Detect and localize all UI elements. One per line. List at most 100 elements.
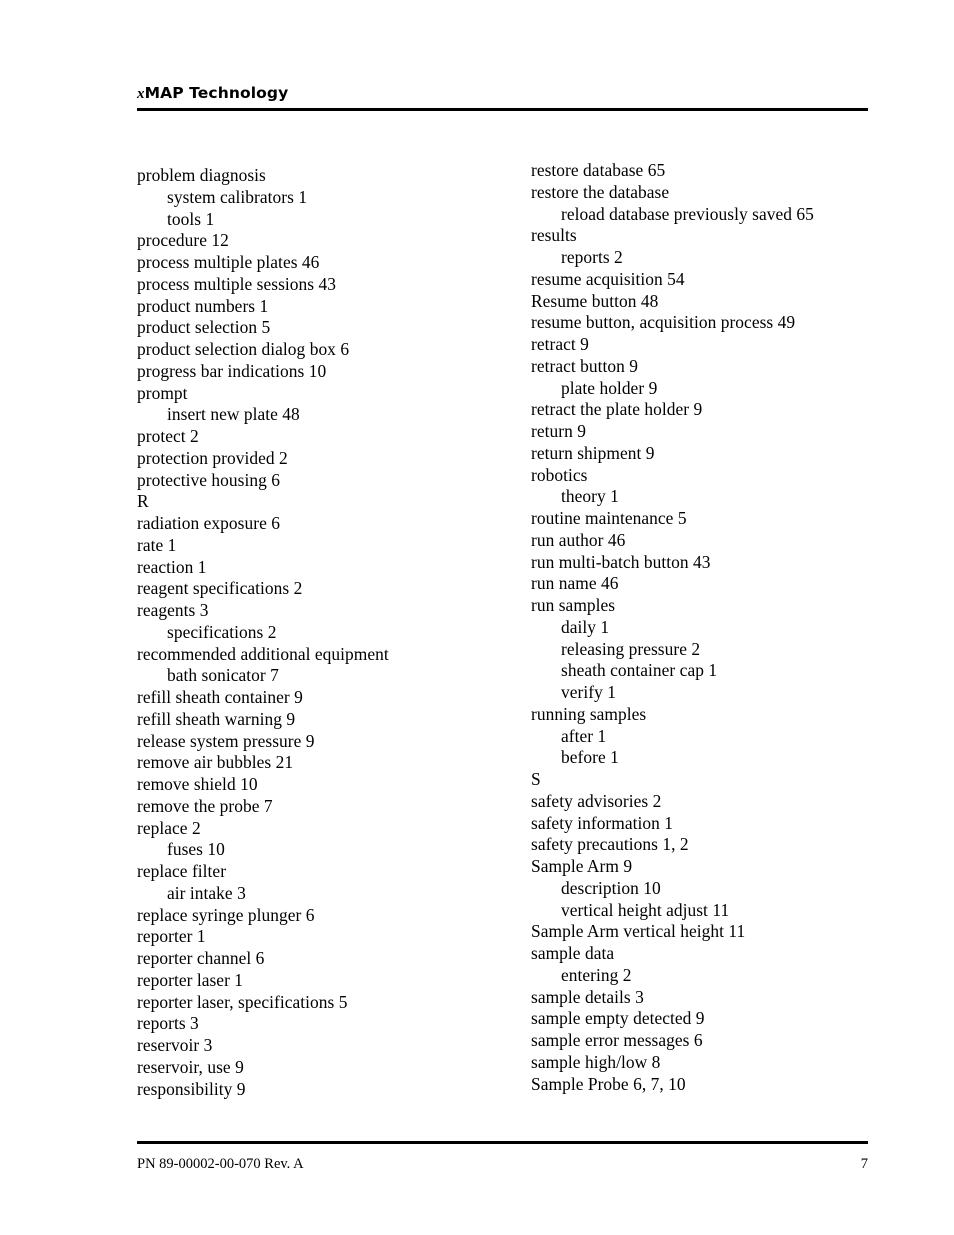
part-number: PN 89-00002-00-070 Rev. A — [137, 1156, 304, 1172]
index-entry: tools 1 — [167, 208, 215, 229]
index-entry: product selection 5 — [137, 317, 271, 338]
index-entry: protection provided 2 — [137, 447, 288, 468]
index-entry: routine maintenance 5 — [531, 508, 687, 528]
document-page: xMAP Technology problem diagnosis system … — [0, 0, 954, 1235]
index-entry: reservoir 3 — [137, 1035, 213, 1055]
index-entry: reporter 1 — [137, 926, 206, 947]
page-header: xMAP Technology — [137, 84, 868, 111]
index-entry: restore database 65 — [531, 160, 666, 180]
index-entry: sample details 3 — [531, 986, 644, 1007]
page-footer: PN 89-00002-00-070 Rev. A 7 — [137, 1141, 868, 1173]
index-entry: Sample Probe 6, 7, 10 — [531, 1073, 686, 1094]
index-entry: radiation exposure 6 — [137, 513, 280, 533]
index-entry: protective housing 6 — [137, 469, 280, 490]
index-entry: product numbers 1 — [137, 295, 269, 316]
index-entry: problem diagnosis — [137, 165, 266, 185]
index-entry: protect 2 — [137, 426, 199, 446]
index-entry: results — [531, 225, 577, 246]
index-entry: resume acquisition 54 — [531, 268, 685, 289]
index-entry: reports 2 — [561, 247, 623, 267]
index-entry: product selection dialog box 6 — [137, 339, 350, 359]
index-entry: description 10 — [561, 877, 661, 898]
index-entry: reservoir, use 9 — [137, 1056, 244, 1077]
footer-rule — [137, 1141, 868, 1144]
index-entry: insert new plate 48 — [167, 404, 300, 425]
running-head-lead-letter: x — [137, 86, 145, 102]
index-entry: safety advisories 2 — [531, 790, 662, 811]
index-entry: remove the probe 7 — [137, 795, 273, 816]
index-entry: refill sheath container 9 — [137, 687, 303, 707]
index-entry: run multi-batch button 43 — [531, 551, 711, 572]
index-entry: release system pressure 9 — [137, 730, 315, 751]
index-entry: replace 2 — [137, 817, 201, 838]
index-entry: reporter channel 6 — [137, 948, 265, 968]
index-entry: run author 46 — [531, 529, 626, 550]
index-entry: restore the database — [531, 181, 670, 202]
index-entry: specifications 2 — [167, 621, 277, 642]
index-entry: air intake 3 — [167, 882, 246, 903]
index-entry: after 1 — [561, 725, 607, 746]
index-entry: resume button, acquisition process 49 — [531, 312, 796, 333]
index-entry: sample high/low 8 — [531, 1051, 661, 1072]
index-entry: bath sonicator 7 — [167, 665, 279, 686]
index-entry: releasing pressure 2 — [561, 638, 701, 659]
footer-row: PN 89-00002-00-070 Rev. A 7 — [137, 1155, 868, 1173]
index-body: problem diagnosis system calibrators 1 too… — [137, 160, 868, 1105]
index-entry: Sample Arm vertical height 11 — [531, 921, 746, 942]
index-entry: sheath container cap 1 — [561, 660, 718, 681]
index-entry: retract 9 — [531, 334, 589, 354]
index-entry: daily 1 — [561, 616, 610, 637]
page-number: 7 — [860, 1156, 868, 1172]
index-entry: Sample Arm 9 — [531, 856, 633, 876]
index-entry: plate holder 9 — [561, 377, 658, 398]
index-entry: vertical height adjust 11 — [561, 899, 730, 920]
index-entry: retract the plate holder 9 — [531, 399, 703, 420]
index-entry: safety precautions 1, 2 — [531, 834, 689, 855]
index-entry: return 9 — [531, 421, 586, 441]
index-entry: replace filter — [137, 861, 227, 881]
header-rule — [137, 108, 868, 111]
index-entry: running samples — [531, 703, 647, 724]
index-entry: recommended additional equipment — [137, 643, 389, 664]
index-entry: Resume button 48 — [531, 290, 659, 311]
index-letter-heading: S — [531, 769, 541, 789]
index-entry: run samples — [531, 595, 616, 615]
index-entry: before 1 — [561, 747, 619, 768]
index-entry: robotics — [531, 464, 588, 485]
index-entry: run name 46 — [531, 573, 619, 594]
index-entry: return shipment 9 — [531, 442, 655, 463]
index-entry: remove shield 10 — [137, 774, 258, 794]
index-entry: theory 1 — [561, 486, 619, 507]
index-entry: process multiple sessions 43 — [137, 273, 336, 294]
running-head-title: xMAP Technology — [137, 84, 868, 104]
index-entry: retract button 9 — [531, 355, 639, 376]
index-entry: prompt — [137, 382, 188, 403]
index-entry: sample error messages 6 — [531, 1030, 703, 1050]
index-entry: reaction 1 — [137, 556, 207, 577]
index-entry: process multiple plates 46 — [137, 252, 320, 272]
index-entry: verify 1 — [561, 682, 616, 702]
index-entry: fuses 10 — [167, 839, 225, 860]
index-entry: sample empty detected 9 — [531, 1008, 705, 1029]
index-entry: rate 1 — [137, 534, 177, 555]
index-entry: reagents 3 — [137, 600, 209, 620]
index-entry: entering 2 — [561, 964, 632, 985]
index-entry: reload database previously saved 65 — [561, 203, 814, 224]
index-entry: reporter laser, specifications 5 — [137, 991, 348, 1012]
running-head-text: MAP Technology — [144, 84, 289, 102]
index-entry: reports 3 — [137, 1013, 199, 1034]
index-column-right: restore database 65 restore the database r… — [531, 160, 876, 1095]
index-entry: reagent specifications 2 — [137, 578, 303, 599]
index-entry: remove air bubbles 21 — [137, 752, 294, 773]
index-entry: progress bar indications 10 — [137, 360, 327, 381]
index-entry: sample data — [531, 943, 615, 963]
index-column-left: problem diagnosis system calibrators 1 too… — [137, 160, 482, 1100]
index-entry: refill sheath warning 9 — [137, 708, 296, 729]
index-entry: responsibility 9 — [137, 1078, 246, 1099]
index-entry: procedure 12 — [137, 230, 229, 251]
index-entry: safety information 1 — [531, 812, 674, 833]
index-letter-heading: R — [137, 491, 149, 512]
index-entry: replace syringe plunger 6 — [137, 904, 315, 925]
index-entry: system calibrators 1 — [167, 186, 308, 207]
index-entry: reporter laser 1 — [137, 969, 244, 990]
